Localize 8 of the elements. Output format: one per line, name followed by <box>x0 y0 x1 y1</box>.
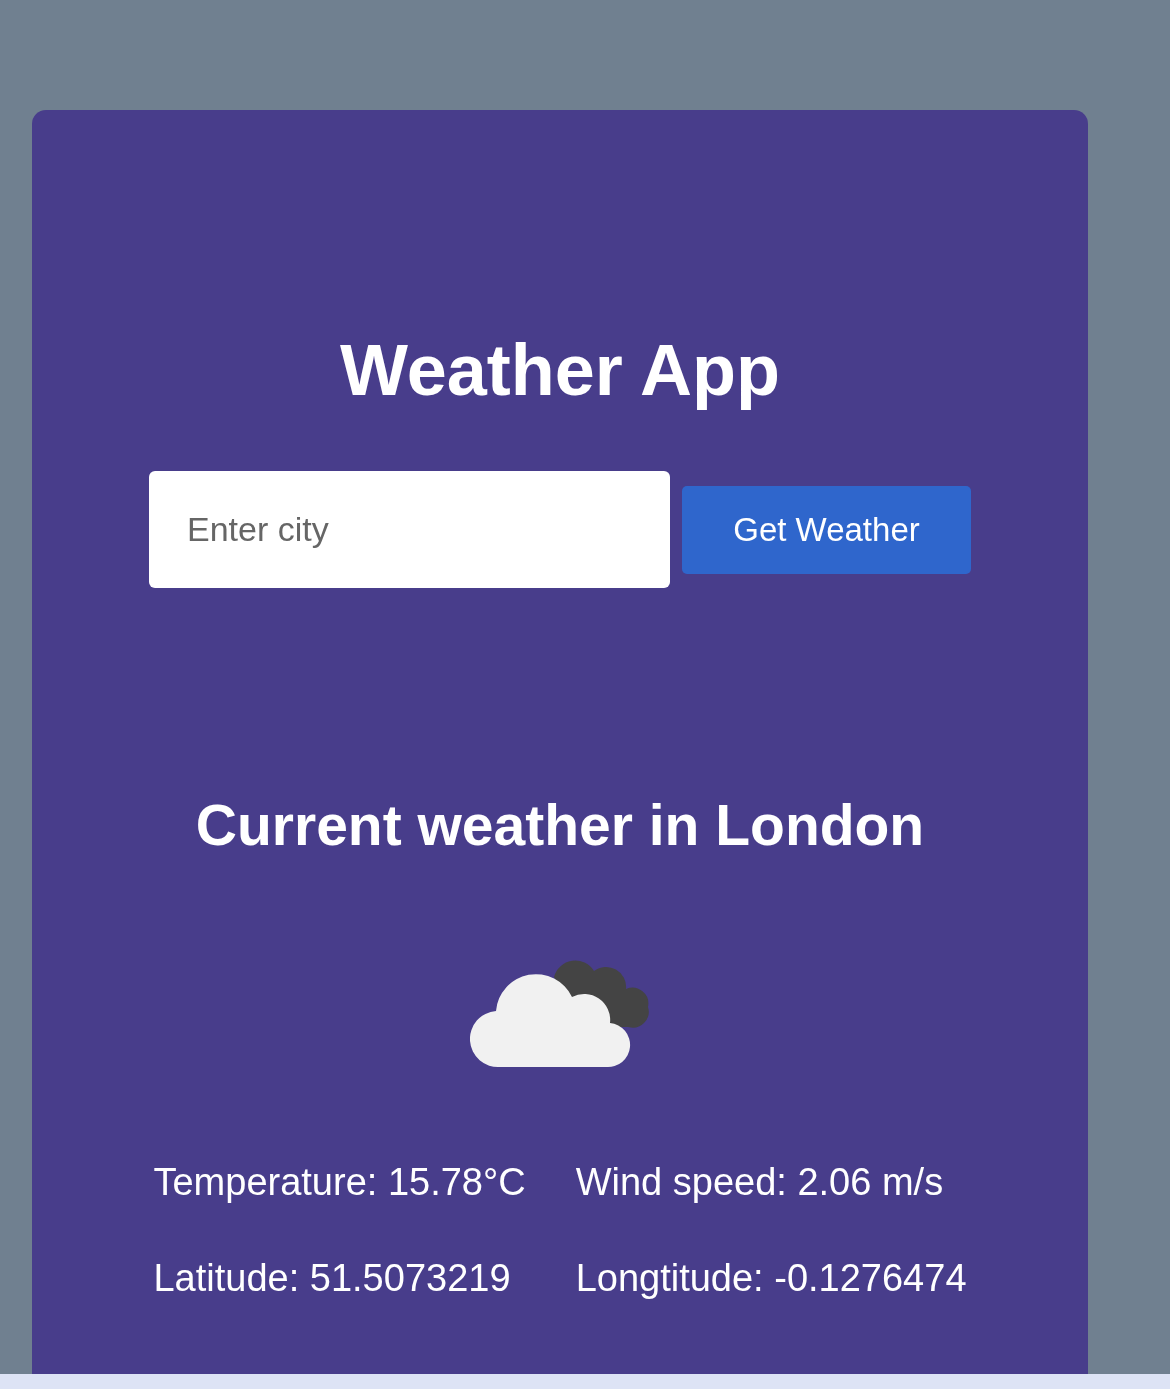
city-input-field[interactable]: Enter city <box>149 471 670 588</box>
weather-heading: Current weather in London <box>195 792 925 859</box>
get-weather-button[interactable]: Get Weather <box>682 485 971 574</box>
weather-stat: Latitude: 51.5073219 <box>153 1256 512 1301</box>
weather-stat: Longtitude: -0.1276474 <box>575 1256 967 1301</box>
app-title: Weather App <box>339 329 781 412</box>
weather-stat: Wind speed: 2.06 m/s <box>575 1160 945 1205</box>
weather-stat: Temperature: 15.78°C <box>153 1160 526 1205</box>
